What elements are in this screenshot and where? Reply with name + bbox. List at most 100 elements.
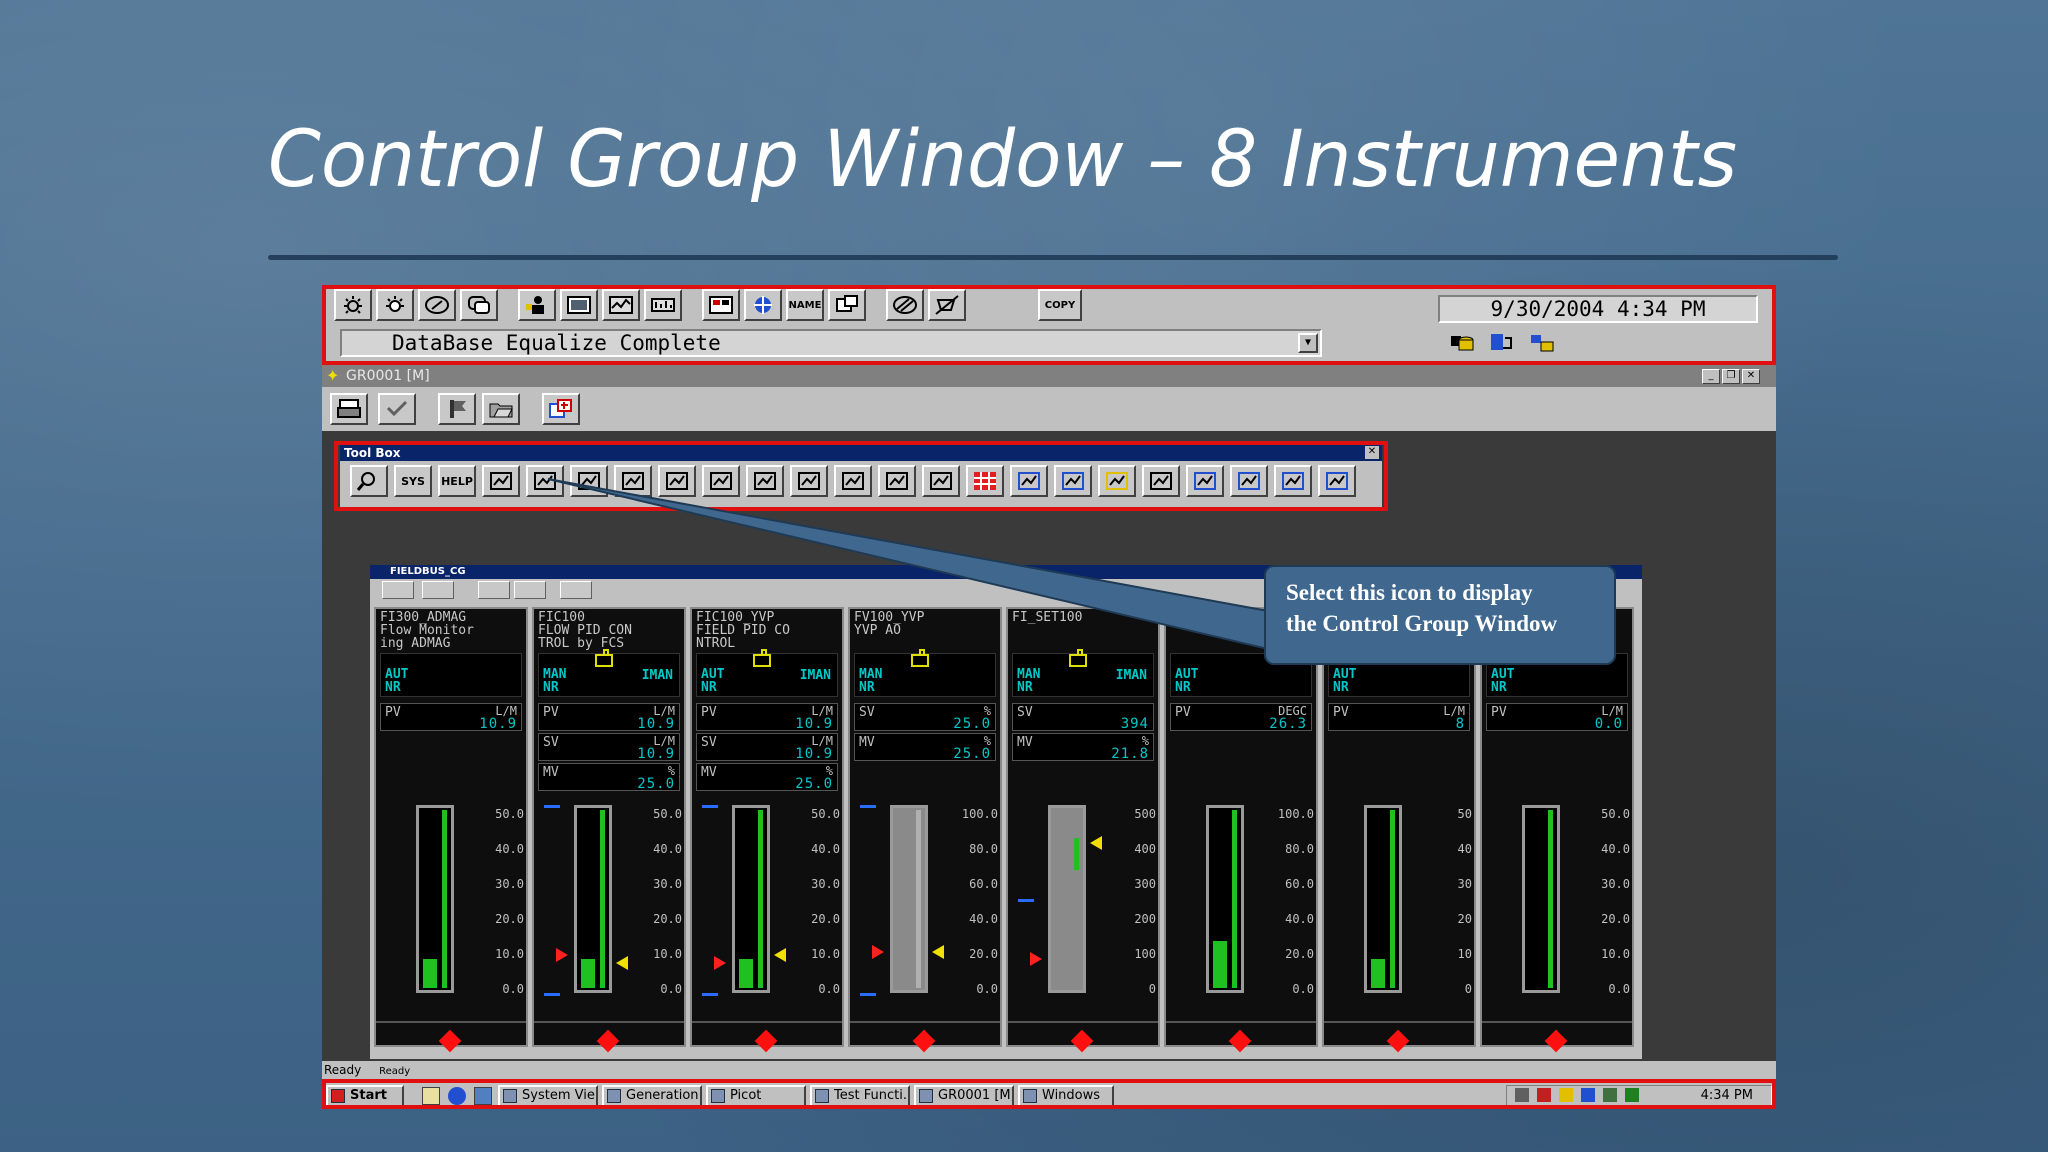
record-icon[interactable] <box>790 465 828 497</box>
user-in-icon[interactable] <box>518 289 556 321</box>
database-icon[interactable] <box>1098 465 1136 497</box>
alarm-bell-icon[interactable] <box>334 289 372 321</box>
data-box-pv[interactable]: PV L/M 10.9 <box>696 703 838 732</box>
tuning-icon[interactable] <box>614 465 652 497</box>
data-box-pv[interactable]: PV L/M 0.0 <box>1486 703 1628 732</box>
data-box-pv[interactable]: PV L/M 10.9 <box>538 703 680 732</box>
quicklaunch-explorer-icon[interactable] <box>474 1087 492 1105</box>
data-box-pv[interactable]: PV L/M 8 <box>1328 703 1470 732</box>
grid-icon[interactable] <box>966 465 1004 497</box>
cg-print-icon[interactable] <box>382 581 414 599</box>
faceplate[interactable]: AUT NR PV L/M 0.0 50.0 40.0 30.0 20.0 10.0 0.0 <box>1480 607 1634 1053</box>
trend-icon[interactable] <box>658 465 696 497</box>
control-down-icon[interactable] <box>922 465 960 497</box>
start-button[interactable]: Start <box>326 1085 404 1107</box>
tray-security-icon[interactable] <box>1603 1088 1617 1102</box>
tray-monitor-icon[interactable] <box>1581 1088 1595 1102</box>
control-group-icon[interactable] <box>878 465 916 497</box>
quicklaunch-desktop-icon[interactable] <box>422 1087 440 1105</box>
cg-folder-icon[interactable] <box>514 581 546 599</box>
process-alarm-icon[interactable] <box>376 289 414 321</box>
download-icon[interactable] <box>1486 329 1518 357</box>
faceplate[interactable]: FI300_ADMAG Flow Monitor ing ADMAG AUT NR PV L… <box>374 607 528 1053</box>
network-icon[interactable] <box>1526 329 1558 357</box>
ack-check-icon[interactable] <box>378 393 416 425</box>
copy-button[interactable]: COPY <box>1038 289 1082 321</box>
folder-open-icon[interactable] <box>482 393 520 425</box>
name-input-button[interactable]: NAME <box>786 289 824 321</box>
graphic-icon[interactable] <box>1010 465 1048 497</box>
data-box-sv[interactable]: SV L/M 10.9 <box>696 733 838 762</box>
faceplate[interactable]: TI500 AUT NR PV DEGC 26.3 100.0 80.0 60.0 40.0 20.… <box>1164 607 1318 1053</box>
print-icon[interactable] <box>330 393 368 425</box>
faceplate[interactable]: FIC100 FLOW PID CON TROL by FCS MAN NR IMAN PV… <box>532 607 686 1053</box>
cg-window-icon[interactable] <box>560 581 592 599</box>
previous-window-icon[interactable] <box>1186 465 1224 497</box>
control-up-icon[interactable] <box>834 465 872 497</box>
data-box-pv[interactable]: PV DEGC 26.3 <box>1170 703 1312 732</box>
mode-display[interactable]: MAN NR IMAN <box>538 649 680 697</box>
minimize-button[interactable]: _ <box>1702 369 1720 384</box>
tray-network-icon[interactable] <box>1559 1088 1573 1102</box>
restore-button[interactable]: ❐ <box>1722 369 1740 384</box>
copy-window-icon[interactable] <box>702 465 740 497</box>
operator-guide-icon[interactable] <box>418 289 456 321</box>
task-button[interactable]: GR0001 [M] <box>914 1085 1014 1107</box>
database-icon[interactable] <box>1446 329 1478 357</box>
overlay-icon[interactable] <box>746 465 784 497</box>
sys-button[interactable]: SYS <box>394 465 432 497</box>
task-button[interactable]: Picot <box>706 1085 806 1107</box>
window-call-icon[interactable] <box>828 289 866 321</box>
message-dropdown-button[interactable]: ▼ <box>1298 333 1318 353</box>
mode-display[interactable]: AUT NR <box>380 653 522 697</box>
alarm-bell-icon[interactable] <box>482 465 520 497</box>
faceplate[interactable]: FI_SET100 MAN NR IMAN SV 394 MV% 21.8 500 400 300 2… <box>1006 607 1160 1053</box>
quicklaunch-browser-icon[interactable] <box>448 1087 466 1105</box>
system-status-icon[interactable] <box>1318 465 1356 497</box>
data-box-sv[interactable]: SV L/M 10.9 <box>538 733 680 762</box>
faceplate[interactable]: AUT NR PV L/M 8 50 40 30 20 10 0 <box>1322 607 1476 1053</box>
window-add-icon[interactable] <box>542 393 580 425</box>
navigator-icon[interactable] <box>744 289 782 321</box>
cg-flag-icon[interactable] <box>478 581 510 599</box>
tuning-icon[interactable] <box>644 289 682 321</box>
faceplate[interactable]: FIC100_YVP FIELD PID CO NTROL AUT NR IMAN PV L/… <box>690 607 844 1053</box>
data-box-mv[interactable]: MV% 25.0 <box>854 733 996 762</box>
data-box-sv[interactable]: SV% 25.0 <box>854 703 996 732</box>
message-monitor-icon[interactable] <box>460 289 498 321</box>
buzzer-off-icon[interactable] <box>928 289 966 321</box>
faceplate[interactable]: FV100_YVP YVP AO MAN NR SV% 25.0 MV% 25.0 100.0 8… <box>848 607 1002 1053</box>
mode-display[interactable]: MAN NR IMAN <box>1012 649 1154 697</box>
toolbox-close-button[interactable]: ✕ <box>1365 446 1379 459</box>
task-button[interactable]: Generation ... <box>602 1085 702 1107</box>
data-box-mv[interactable]: MV% 21.8 <box>1012 733 1154 762</box>
data-box-mv[interactable]: MV% 25.0 <box>696 763 838 792</box>
mode-display[interactable]: MAN NR <box>854 649 996 697</box>
task-button[interactable]: Windows <box>1018 1085 1114 1107</box>
cg-ack-icon[interactable] <box>422 581 454 599</box>
trend-icon[interactable] <box>602 289 640 321</box>
navigate-up-down-icon[interactable] <box>570 465 608 497</box>
data-box-sv[interactable]: SV 394 <box>1012 703 1154 732</box>
tray-sync-icon[interactable] <box>1625 1088 1639 1102</box>
data-box-mv[interactable]: MV% 25.0 <box>538 763 680 792</box>
tray-app-icon[interactable] <box>1537 1088 1551 1102</box>
window-swap-icon[interactable] <box>1142 465 1180 497</box>
data-box-pv[interactable]: PV L/M 10.9 <box>380 703 522 732</box>
volume-icon[interactable] <box>1515 1088 1529 1102</box>
next-window-icon[interactable] <box>1230 465 1268 497</box>
help-button[interactable]: HELP <box>438 465 476 497</box>
close-button[interactable]: ✕ <box>1742 369 1760 384</box>
help-window-icon[interactable] <box>702 289 740 321</box>
task-button[interactable]: System Vie... <box>498 1085 598 1107</box>
operator-guide-icon[interactable] <box>526 465 564 497</box>
search-icon[interactable] <box>350 465 388 497</box>
system-view-icon[interactable] <box>1274 465 1312 497</box>
task-button[interactable]: Test Functi... <box>810 1085 910 1107</box>
overview-icon[interactable] <box>1054 465 1092 497</box>
mode-display[interactable]: AUT NR IMAN <box>696 649 838 697</box>
graphic-panel-icon[interactable] <box>560 289 598 321</box>
circle-hatch-icon[interactable] <box>886 289 924 321</box>
message-field[interactable]: DataBase Equalize Complete ▼ <box>340 329 1322 357</box>
flag-icon[interactable] <box>438 393 476 425</box>
